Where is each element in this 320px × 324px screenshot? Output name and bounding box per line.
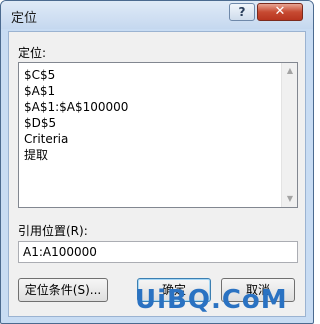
watermark-logo: UiBQ.CoM: [135, 285, 288, 315]
goto-list: $C$5 $A$1 $A$1:$A$100000 $D$5 Criteria 提…: [24, 67, 128, 163]
reference-label: 引用位置(R):: [18, 224, 88, 238]
goto-dialog: 定位 ? ✕ 定位: $C$5 $A$1 $A$1:$A$100000 $D$5…: [0, 0, 314, 324]
help-button[interactable]: ?: [229, 3, 255, 21]
scroll-down-arrow-icon[interactable]: ▼: [282, 191, 298, 207]
list-item[interactable]: $A$1: [24, 83, 128, 99]
list-item[interactable]: $C$5: [24, 67, 128, 83]
vertical-scrollbar[interactable]: ▲ ▼: [281, 63, 297, 207]
reference-input[interactable]: [18, 241, 298, 263]
list-item[interactable]: 提取: [24, 147, 128, 163]
close-icon: ✕: [274, 4, 286, 19]
dialog-title: 定位: [11, 11, 38, 26]
list-item[interactable]: $D$5: [24, 115, 128, 131]
list-item[interactable]: $A$1:$A$100000: [24, 99, 128, 115]
dialog-body: 定位: $C$5 $A$1 $A$1:$A$100000 $D$5 Criter…: [8, 31, 306, 317]
close-button[interactable]: ✕: [257, 3, 303, 21]
scroll-up-arrow-icon[interactable]: ▲: [282, 63, 298, 79]
special-button[interactable]: 定位条件(S)...: [18, 278, 108, 302]
list-item[interactable]: Criteria: [24, 131, 128, 147]
title-bar[interactable]: 定位 ? ✕: [1, 1, 313, 29]
goto-label: 定位:: [18, 46, 47, 60]
goto-listbox[interactable]: $C$5 $A$1 $A$1:$A$100000 $D$5 Criteria 提…: [18, 62, 298, 208]
